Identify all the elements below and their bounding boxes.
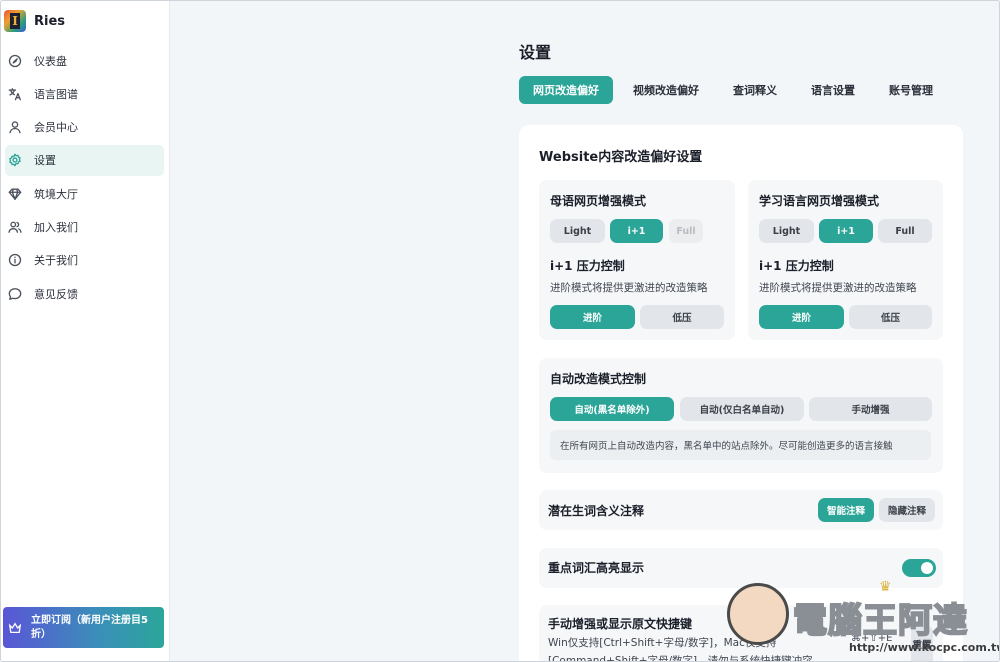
native-mode-light[interactable]: Light [550, 219, 605, 243]
brand[interactable]: I Ries [4, 9, 65, 33]
learning-mode-i1[interactable]: i+1 [819, 219, 873, 243]
learning-pressure-advanced[interactable]: 进阶 [759, 305, 844, 329]
native-pressure-title: i+1 压力控制 [550, 259, 625, 273]
sidebar-item-dashboard[interactable]: 仪表盘 [5, 45, 164, 76]
auto-mode-info: 在所有网页上自动改造内容，黑名单中的站点除外。尽可能创造更多的语言接触 [550, 430, 931, 460]
chat-icon [8, 287, 22, 301]
diamond-icon [8, 187, 22, 201]
sidebar: I Ries 仪表盘 语言图谱 会员中心 设置 筑境大厅 加入我们 关于我们 意… [1, 1, 170, 661]
watermark-text: 電腦王阿達 [792, 600, 968, 642]
info-icon [8, 253, 22, 267]
tab-language[interactable]: 语言设置 [797, 76, 869, 104]
users-icon [8, 220, 22, 234]
gear-icon [8, 153, 22, 167]
native-pressure-low[interactable]: 低压 [640, 305, 724, 329]
app-name: Ries [34, 13, 66, 29]
sidebar-item-label: 仪表盘 [34, 54, 67, 68]
native-pressure-advanced[interactable]: 进阶 [550, 305, 635, 329]
sidebar-item-join-us[interactable]: 加入我们 [5, 211, 164, 242]
learning-mode-panel: 学习语言网页增强模式 Light i+1 Full i+1 压力控制 进阶模式将… [748, 180, 943, 340]
shortcut-label: 手动增强或显示原文快捷键 [548, 617, 693, 631]
sidebar-item-hall[interactable]: 筑境大厅 [5, 178, 164, 209]
native-pressure-desc: 进阶模式将提供更激进的改造策略 [550, 282, 708, 294]
sidebar-item-membership[interactable]: 会员中心 [5, 112, 164, 143]
sidebar-item-label: 语言图谱 [34, 87, 78, 101]
annotation-smart-button[interactable]: 智能注释 [818, 498, 874, 522]
translate-icon [8, 87, 22, 101]
sidebar-item-label: 意见反馈 [34, 287, 78, 301]
settings-tabs: 网页改造偏好 视频改造偏好 查词释义 语言设置 账号管理 [519, 76, 953, 104]
auto-mode-panel: 自动改造模式控制 自动(黑名单除外) 自动(仅白名单自动) 手动增强 在所有网页… [539, 358, 943, 473]
learning-mode-title: 学习语言网页增强模式 [759, 194, 880, 208]
watermark-url: http://www.kocpc.com.tw [849, 641, 1000, 654]
learning-mode-light[interactable]: Light [759, 219, 814, 243]
app-window: I Ries 仪表盘 语言图谱 会员中心 设置 筑境大厅 加入我们 关于我们 意… [0, 0, 1000, 662]
sidebar-item-label: 会员中心 [34, 121, 78, 135]
logo-letter: I [10, 13, 20, 29]
toggle-knob [921, 562, 933, 574]
sidebar-item-about-us[interactable]: 关于我们 [5, 245, 164, 276]
annotation-row: 潜在生词含义注释 智能注释 隐藏注释 [539, 490, 943, 530]
highlight-label: 重点词汇高亮显示 [548, 561, 645, 575]
annotation-label: 潜在生词含义注释 [548, 504, 645, 518]
card-title: Website内容改造偏好设置 [539, 150, 703, 165]
learning-mode-full[interactable]: Full [878, 219, 932, 243]
tab-lookup[interactable]: 查词释义 [719, 76, 791, 104]
learning-pressure-desc: 进阶模式将提供更激进的改造策略 [759, 282, 917, 294]
sidebar-item-label: 设置 [34, 154, 56, 168]
sidebar-item-language-graph[interactable]: 语言图谱 [5, 78, 164, 109]
sidebar-item-label: 关于我们 [34, 254, 78, 268]
mascot-logo [727, 583, 789, 645]
tab-video-preferences[interactable]: 视频改造偏好 [619, 76, 713, 104]
native-mode-panel: 母语网页增强模式 Light i+1 Full i+1 压力控制 进阶模式将提供… [539, 180, 735, 340]
auto-mode-whitelist[interactable]: 自动(仅白名单自动) [680, 397, 804, 421]
sidebar-item-label: 加入我们 [34, 220, 78, 234]
tab-web-preferences[interactable]: 网页改造偏好 [519, 76, 613, 104]
sidebar-item-settings[interactable]: 设置 [5, 144, 164, 176]
native-mode-title: 母语网页增强模式 [550, 194, 647, 208]
sidebar-item-feedback[interactable]: 意见反馈 [5, 278, 164, 309]
highlight-toggle[interactable] [902, 559, 936, 577]
auto-mode-manual[interactable]: 手动增强 [809, 397, 932, 421]
site-watermark: ♛ 電腦王阿達 http://www.kocpc.com.tw [719, 579, 1000, 661]
sidebar-item-label: 筑境大厅 [34, 187, 78, 201]
tab-account[interactable]: 账号管理 [875, 76, 947, 104]
learning-pressure-title: i+1 压力控制 [759, 259, 834, 273]
native-mode-full: Full [669, 219, 703, 243]
crown-icon [8, 621, 22, 633]
subscribe-button[interactable]: 立即订阅（新用户注册目5折） [3, 607, 164, 648]
app-logo: I [4, 10, 26, 32]
page-title: 设置 [519, 43, 552, 62]
sidebar-nav: 仪表盘 语言图谱 会员中心 设置 筑境大厅 加入我们 关于我们 意见反馈 [1, 45, 170, 311]
annotation-hide-button[interactable]: 隐藏注释 [879, 498, 935, 522]
learning-pressure-low[interactable]: 低压 [849, 305, 932, 329]
auto-mode-title: 自动改造模式控制 [550, 372, 647, 386]
dashboard-icon [8, 54, 22, 68]
subscribe-label: 立即订阅（新用户注册目5折） [31, 614, 148, 640]
auto-mode-blacklist[interactable]: 自动(黑名单除外) [550, 397, 674, 421]
user-icon [8, 120, 22, 134]
native-mode-i1[interactable]: i+1 [610, 219, 663, 243]
